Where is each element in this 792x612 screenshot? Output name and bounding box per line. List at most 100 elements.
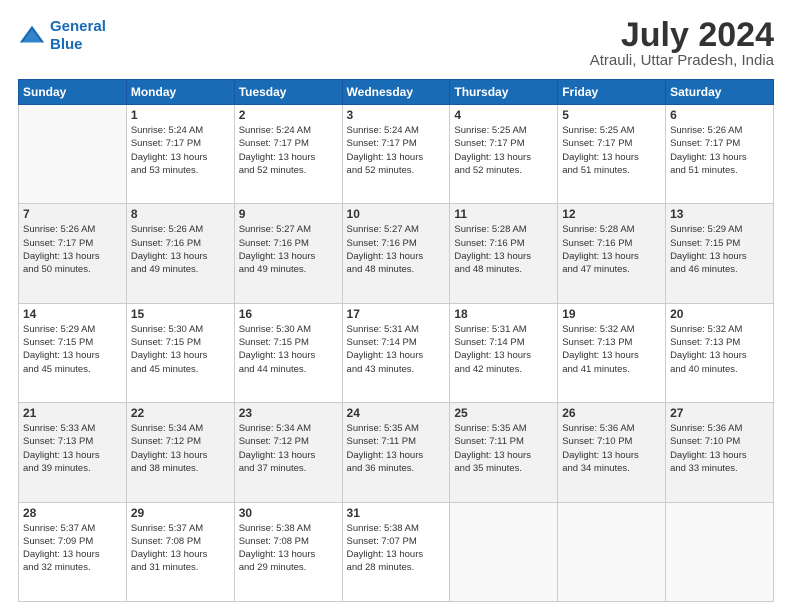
calendar-cell: 23Sunrise: 5:34 AMSunset: 7:12 PMDayligh…: [234, 403, 342, 502]
day-info: Sunrise: 5:28 AMSunset: 7:16 PMDaylight:…: [562, 223, 661, 276]
day-info: Sunrise: 5:31 AMSunset: 7:14 PMDaylight:…: [347, 323, 446, 376]
day-info: Sunrise: 5:38 AMSunset: 7:07 PMDaylight:…: [347, 522, 446, 575]
col-header-wednesday: Wednesday: [342, 80, 450, 105]
day-number: 15: [131, 307, 230, 321]
day-info: Sunrise: 5:25 AMSunset: 7:17 PMDaylight:…: [454, 124, 553, 177]
calendar-cell: 26 Sunrise: 5:36 AMSunset: 7:10 PMDayligh…: [558, 403, 666, 502]
day-info: Sunrise: 5:31 AMSunset: 7:14 PMDaylight:…: [454, 323, 553, 376]
calendar-header-row: SundayMondayTuesdayWednesdayThursdayFrid…: [19, 80, 774, 105]
day-info: Sunrise: 5:27 AMSunset: 7:16 PMDaylight:…: [239, 223, 338, 276]
logo-line1: General: [50, 18, 106, 35]
day-number: 3: [347, 108, 446, 122]
calendar-week-row: 28 Sunrise: 5:37 AMSunset: 7:09 PMDayligh…: [19, 502, 774, 601]
calendar-cell: 4 Sunrise: 5:25 AMSunset: 7:17 PMDaylight…: [450, 105, 558, 204]
day-number: 12: [562, 207, 661, 221]
calendar-cell: 3 Sunrise: 5:24 AMSunset: 7:17 PMDaylight…: [342, 105, 450, 204]
title-block: July 2024 Atrauli, Uttar Pradesh, India: [590, 18, 774, 69]
day-number: 20: [670, 307, 769, 321]
day-number: 26: [562, 406, 661, 420]
col-header-tuesday: Tuesday: [234, 80, 342, 105]
calendar-cell: 20 Sunrise: 5:32 AMSunset: 7:13 PMDayligh…: [666, 303, 774, 402]
day-info: Sunrise: 5:25 AMSunset: 7:17 PMDaylight:…: [562, 124, 661, 177]
day-info: Sunrise: 5:26 AMSunset: 7:16 PMDaylight:…: [131, 223, 230, 276]
day-number: 29: [131, 506, 230, 520]
calendar-cell: 27 Sunrise: 5:36 AMSunset: 7:10 PMDayligh…: [666, 403, 774, 502]
day-number: 2: [239, 108, 338, 122]
calendar-cell: 12 Sunrise: 5:28 AMSunset: 7:16 PMDayligh…: [558, 204, 666, 303]
calendar-cell: 16Sunrise: 5:30 AMSunset: 7:15 PMDayligh…: [234, 303, 342, 402]
logo-text: General Blue: [50, 18, 106, 54]
day-number: 28: [23, 506, 122, 520]
day-info: Sunrise: 5:29 AMSunset: 7:15 PMDaylight:…: [670, 223, 769, 276]
day-number: 9: [239, 207, 338, 221]
day-number: 4: [454, 108, 553, 122]
calendar-cell: 5 Sunrise: 5:25 AMSunset: 7:17 PMDaylight…: [558, 105, 666, 204]
day-number: 30: [239, 506, 338, 520]
calendar-table: SundayMondayTuesdayWednesdayThursdayFrid…: [18, 79, 774, 602]
day-number: 22: [131, 406, 230, 420]
day-number: 17: [347, 307, 446, 321]
col-header-friday: Friday: [558, 80, 666, 105]
calendar-week-row: 7Sunrise: 5:26 AMSunset: 7:17 PMDaylight…: [19, 204, 774, 303]
day-number: 21: [23, 406, 122, 420]
calendar-cell: 6 Sunrise: 5:26 AMSunset: 7:17 PMDaylight…: [666, 105, 774, 204]
day-number: 7: [23, 207, 122, 221]
day-number: 24: [347, 406, 446, 420]
day-number: 31: [347, 506, 446, 520]
day-info: Sunrise: 5:28 AMSunset: 7:16 PMDaylight:…: [454, 223, 553, 276]
calendar-cell: 19Sunrise: 5:32 AMSunset: 7:13 PMDayligh…: [558, 303, 666, 402]
calendar-cell: 17 Sunrise: 5:31 AMSunset: 7:14 PMDayligh…: [342, 303, 450, 402]
calendar-cell: 8 Sunrise: 5:26 AMSunset: 7:16 PMDaylight…: [126, 204, 234, 303]
calendar-cell: 15 Sunrise: 5:30 AMSunset: 7:15 PMDayligh…: [126, 303, 234, 402]
calendar-cell: 28 Sunrise: 5:37 AMSunset: 7:09 PMDayligh…: [19, 502, 127, 601]
day-number: 13: [670, 207, 769, 221]
page-title: July 2024: [590, 18, 774, 52]
calendar-cell: 10 Sunrise: 5:27 AMSunset: 7:16 PMDayligh…: [342, 204, 450, 303]
day-number: 6: [670, 108, 769, 122]
day-info: Sunrise: 5:30 AMSunset: 7:15 PMDaylight:…: [131, 323, 230, 376]
calendar-cell: 7Sunrise: 5:26 AMSunset: 7:17 PMDaylight…: [19, 204, 127, 303]
logo: General Blue: [18, 18, 106, 54]
calendar-cell: 13 Sunrise: 5:29 AMSunset: 7:15 PMDayligh…: [666, 204, 774, 303]
calendar-cell: [19, 105, 127, 204]
day-info: Sunrise: 5:27 AMSunset: 7:16 PMDaylight:…: [347, 223, 446, 276]
day-info: Sunrise: 5:36 AMSunset: 7:10 PMDaylight:…: [670, 422, 769, 475]
calendar-cell: 11Sunrise: 5:28 AMSunset: 7:16 PMDayligh…: [450, 204, 558, 303]
day-number: 14: [23, 307, 122, 321]
day-number: 8: [131, 207, 230, 221]
day-info: Sunrise: 5:38 AMSunset: 7:08 PMDaylight:…: [239, 522, 338, 575]
header: General Blue July 2024 Atrauli, Uttar Pr…: [18, 18, 774, 69]
day-info: Sunrise: 5:24 AMSunset: 7:17 PMDaylight:…: [131, 124, 230, 177]
day-number: 10: [347, 207, 446, 221]
calendar-cell: [450, 502, 558, 601]
day-info: Sunrise: 5:34 AMSunset: 7:12 PMDaylight:…: [131, 422, 230, 475]
day-info: Sunrise: 5:26 AMSunset: 7:17 PMDaylight:…: [670, 124, 769, 177]
calendar-cell: [666, 502, 774, 601]
day-info: Sunrise: 5:24 AMSunset: 7:17 PMDaylight:…: [239, 124, 338, 177]
calendar-cell: 24 Sunrise: 5:35 AMSunset: 7:11 PMDayligh…: [342, 403, 450, 502]
day-info: Sunrise: 5:35 AMSunset: 7:11 PMDaylight:…: [347, 422, 446, 475]
day-number: 19: [562, 307, 661, 321]
day-info: Sunrise: 5:24 AMSunset: 7:17 PMDaylight:…: [347, 124, 446, 177]
day-info: Sunrise: 5:36 AMSunset: 7:10 PMDaylight:…: [562, 422, 661, 475]
col-header-saturday: Saturday: [666, 80, 774, 105]
calendar-cell: 29 Sunrise: 5:37 AMSunset: 7:08 PMDayligh…: [126, 502, 234, 601]
day-info: Sunrise: 5:35 AMSunset: 7:11 PMDaylight:…: [454, 422, 553, 475]
day-info: Sunrise: 5:30 AMSunset: 7:15 PMDaylight:…: [239, 323, 338, 376]
calendar-cell: 21Sunrise: 5:33 AMSunset: 7:13 PMDayligh…: [19, 403, 127, 502]
calendar-cell: 1Sunrise: 5:24 AMSunset: 7:17 PMDaylight…: [126, 105, 234, 204]
page-subtitle: Atrauli, Uttar Pradesh, India: [590, 52, 774, 69]
day-number: 5: [562, 108, 661, 122]
day-number: 27: [670, 406, 769, 420]
calendar-week-row: 14Sunrise: 5:29 AMSunset: 7:15 PMDayligh…: [19, 303, 774, 402]
calendar-cell: 14Sunrise: 5:29 AMSunset: 7:15 PMDayligh…: [19, 303, 127, 402]
calendar-cell: 25Sunrise: 5:35 AMSunset: 7:11 PMDayligh…: [450, 403, 558, 502]
day-info: Sunrise: 5:32 AMSunset: 7:13 PMDaylight:…: [670, 323, 769, 376]
logo-line2: Blue: [50, 36, 83, 53]
calendar-week-row: 21Sunrise: 5:33 AMSunset: 7:13 PMDayligh…: [19, 403, 774, 502]
day-info: Sunrise: 5:37 AMSunset: 7:09 PMDaylight:…: [23, 522, 122, 575]
day-info: Sunrise: 5:37 AMSunset: 7:08 PMDaylight:…: [131, 522, 230, 575]
day-number: 18: [454, 307, 553, 321]
day-number: 23: [239, 406, 338, 420]
page: General Blue July 2024 Atrauli, Uttar Pr…: [0, 0, 792, 612]
